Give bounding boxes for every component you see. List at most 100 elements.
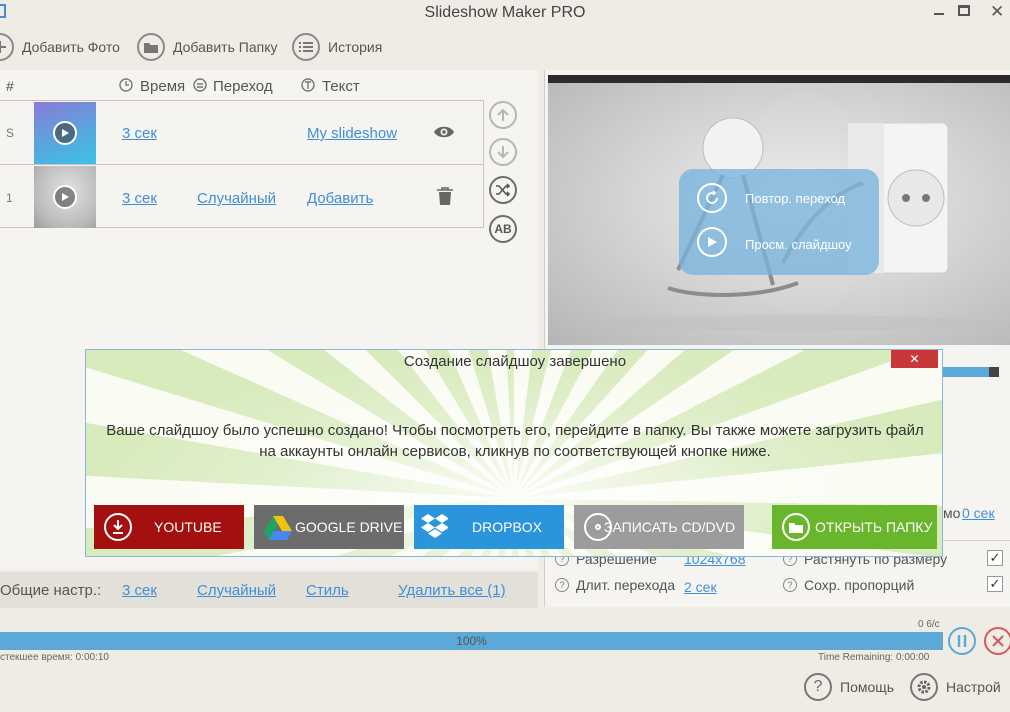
general-transition-link[interactable]: Случайный	[197, 582, 276, 599]
col-num: #	[6, 78, 14, 94]
preview-seek-bar[interactable]	[943, 367, 999, 377]
repeat-transition-link[interactable]: Повтор. переход	[745, 191, 845, 206]
general-settings-label: Общие настр.:	[0, 582, 102, 599]
pause-icon	[957, 635, 967, 647]
row-transition[interactable]: Случайный	[197, 190, 276, 207]
help-icon: ?	[783, 578, 797, 592]
list-icon	[292, 33, 320, 61]
view-slideshow-link[interactable]: Просм. слайдшоу	[745, 237, 852, 252]
row-time[interactable]: 3 сек	[122, 125, 157, 142]
slide-thumbnail[interactable]	[34, 102, 96, 164]
gear-icon	[910, 673, 938, 701]
google-drive-icon	[264, 516, 292, 540]
history-label: История	[328, 39, 383, 55]
slide-thumbnail[interactable]	[34, 166, 96, 228]
play-icon[interactable]	[697, 227, 727, 257]
row-time[interactable]: 3 сек	[122, 190, 157, 207]
move-down-button[interactable]	[489, 138, 517, 166]
delete-all-link[interactable]: Удалить все (1)	[398, 582, 506, 599]
settings-label: Настрой	[946, 679, 1001, 695]
add-photo-label: Добавить Фото	[22, 39, 120, 55]
trash-icon[interactable]	[437, 187, 453, 205]
title-bar: Slideshow Maker PRO ✕	[0, 0, 1010, 26]
time-remaining: Time Remaining: 0:00:00	[818, 652, 930, 663]
general-settings-bar: Общие настр.: 3 сек Случайный Стиль Удал…	[0, 572, 538, 608]
google-drive-label: GOOGLE DRIVE	[295, 519, 403, 535]
pause-button[interactable]	[948, 627, 976, 655]
google-drive-button[interactable]: GOOGLE DRIVE	[254, 505, 404, 549]
download-icon	[104, 513, 132, 541]
cancel-button[interactable]	[984, 627, 1010, 655]
move-up-button[interactable]	[489, 101, 517, 129]
window-title: Slideshow Maker PRO	[424, 4, 586, 21]
col-transition: Переход	[213, 78, 273, 95]
add-folder-button[interactable]: Добавить Папку	[137, 32, 277, 62]
folder-icon	[782, 513, 810, 541]
youtube-label: YOUTUBE	[154, 519, 222, 535]
col-text: Текст	[322, 78, 360, 95]
repeat-icon[interactable]	[697, 183, 727, 213]
general-style-link[interactable]: Стиль	[306, 582, 349, 599]
preview-overlay: Повтор. переход Просм. слайдшоу	[679, 169, 879, 275]
setting-partial-value[interactable]: 0 сек	[962, 505, 995, 521]
eye-icon[interactable]	[433, 125, 455, 139]
youtube-button[interactable]: YOUTUBE	[94, 505, 244, 549]
progress-percent: 100%	[456, 634, 487, 648]
row-text[interactable]: My slideshow	[307, 125, 397, 142]
settings-button[interactable]: Настрой	[910, 673, 1001, 701]
dropbox-label: DROPBOX	[472, 519, 543, 535]
dialog-message: Ваше слайдшоу было успешно создано! Чтоб…	[86, 420, 942, 462]
play-icon[interactable]	[53, 185, 77, 209]
row-text[interactable]: Добавить	[307, 190, 373, 207]
dialog-close-button[interactable]: ✕	[891, 350, 938, 368]
table-row[interactable]: 1 3 сек Случайный Добавить	[0, 164, 484, 228]
progress-count: 0 6/с	[918, 619, 940, 630]
close-icon	[992, 635, 1004, 647]
add-folder-label: Добавить Папку	[173, 39, 278, 55]
help-icon: ?	[555, 578, 569, 592]
history-button[interactable]: История	[292, 32, 382, 62]
stretch-checkbox[interactable]: ✓	[987, 550, 1003, 566]
dropbox-button[interactable]: DROPBOX	[414, 505, 564, 549]
sort-ab-button[interactable]: AB	[489, 215, 517, 243]
text-icon	[301, 78, 315, 92]
minimize-button[interactable]	[932, 4, 946, 18]
clock-icon	[119, 78, 133, 92]
completion-dialog: Создание слайдшоу завершено ✕ Ваше слайд…	[85, 349, 943, 557]
transition-duration-label: Длит. перехода	[576, 577, 676, 593]
row-num: 1	[6, 191, 13, 205]
burn-cd-label: ЗАПИСАТЬ CD/DVD	[604, 519, 736, 535]
burn-cd-button[interactable]: ЗАПИСАТЬ CD/DVD	[574, 505, 744, 549]
dropbox-icon	[421, 514, 448, 538]
help-label: Помощь	[840, 679, 895, 695]
question-icon: ?	[804, 673, 832, 701]
dialog-title: Создание слайдшоу завершено	[403, 353, 627, 370]
open-folder-button[interactable]: ОТКРЫТЬ ПАПКУ	[772, 505, 937, 549]
row-num: S	[6, 126, 15, 140]
shuffle-button[interactable]	[489, 176, 517, 204]
transition-duration-value[interactable]: 2 сек	[684, 579, 717, 595]
table-header: # Время Переход Текст	[0, 74, 480, 98]
arrow-down-icon	[497, 146, 509, 159]
maximize-button[interactable]	[958, 5, 970, 16]
arrow-up-icon	[497, 108, 509, 121]
setting-partial-label: мо	[943, 505, 961, 521]
shuffle-icon	[496, 183, 511, 197]
play-icon[interactable]	[53, 121, 77, 145]
plus-icon	[0, 33, 14, 61]
elapsed-time: стекшее время: 0:00:10	[0, 652, 109, 663]
dialog-message-line2: на аккаунты онлайн сервисов, кликнув по …	[259, 443, 771, 460]
general-time-link[interactable]: 3 сек	[122, 582, 157, 599]
table-row[interactable]: S 3 сек My slideshow	[0, 100, 484, 164]
close-window-button[interactable]: ✕	[990, 2, 1010, 21]
layers-icon	[193, 78, 207, 92]
open-folder-label: ОТКРЫТЬ ПАПКУ	[815, 519, 933, 535]
add-photo-button[interactable]: Добавить Фото	[0, 32, 120, 62]
folder-icon	[137, 33, 165, 61]
dialog-message-line1: Ваше слайдшоу было успешно создано! Чтоб…	[106, 422, 924, 439]
ab-icon: AB	[494, 222, 512, 236]
col-time: Время	[140, 78, 186, 95]
keep-proportions-checkbox[interactable]: ✓	[987, 576, 1003, 592]
keep-proportions-label: Сохр. пропорций	[804, 577, 915, 593]
help-button[interactable]: ? Помощь	[804, 673, 894, 701]
